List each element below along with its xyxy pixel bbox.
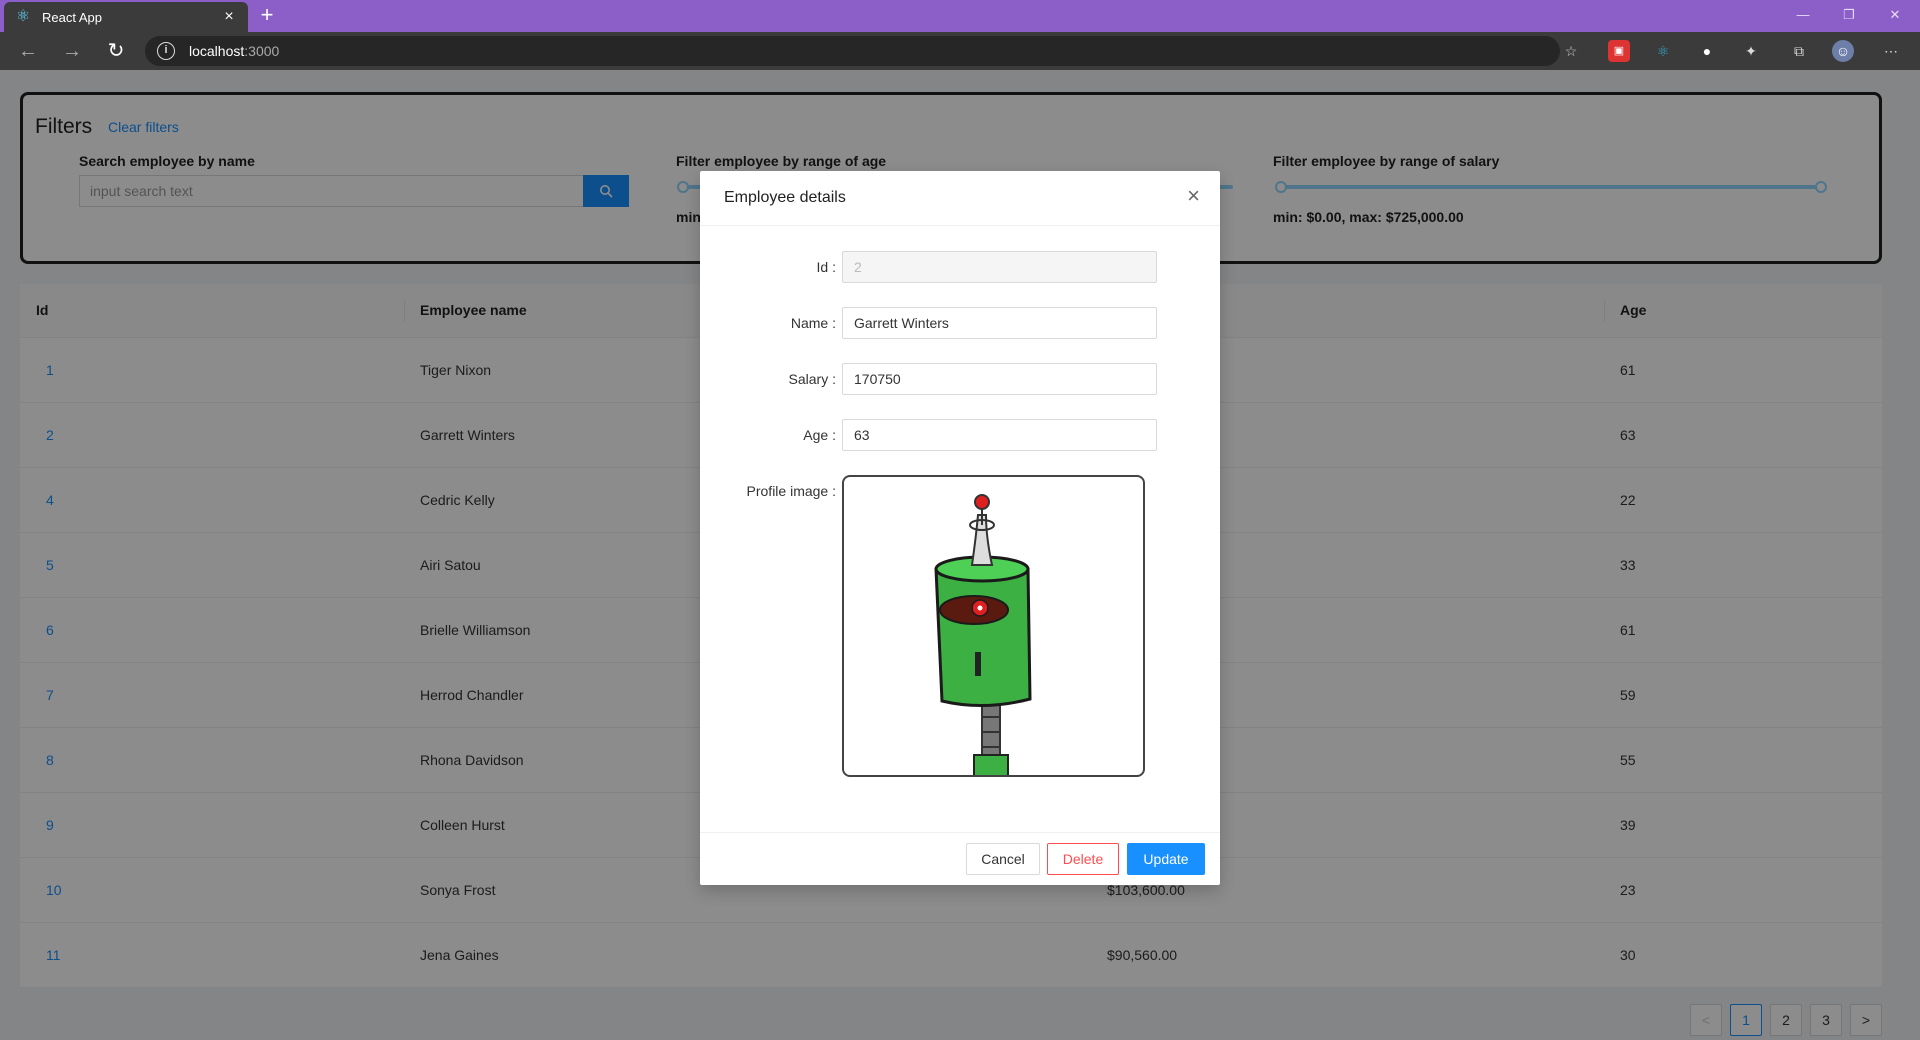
- modal-footer: Cancel Delete Update: [700, 832, 1220, 885]
- window-close-icon[interactable]: ✕: [1872, 0, 1918, 30]
- id-row: Id : 2: [700, 251, 1220, 283]
- collections-icon[interactable]: ⧉: [1788, 40, 1810, 62]
- modal-header: Employee details ×: [700, 171, 1220, 226]
- age-row: Age : 63: [700, 419, 1220, 451]
- restore-icon[interactable]: ❐: [1826, 0, 1872, 30]
- forward-icon[interactable]: →: [58, 38, 86, 64]
- extension-circle-icon[interactable]: ●: [1696, 40, 1718, 62]
- robot-avatar-icon: [934, 494, 1032, 775]
- salary-row: Salary : 170750: [700, 363, 1220, 395]
- browser-tab[interactable]: ⚛ React App ×: [4, 2, 248, 32]
- salary-field[interactable]: 170750: [842, 363, 1157, 395]
- profile-image-label: Profile image :: [746, 483, 836, 499]
- browser-tabbar: ⚛ React App × + — ❐ ✕: [0, 0, 1920, 32]
- browser-toolbar: ← → ↻ i localhost:3000 ☆ ▣ ⚛ ● ✦ ⧉ ☺ ⋯: [0, 32, 1920, 70]
- id-field[interactable]: 2: [842, 251, 1157, 283]
- extension-red-icon[interactable]: ▣: [1608, 40, 1630, 62]
- address-bar[interactable]: i localhost:3000: [145, 36, 1560, 66]
- react-icon: ⚛: [15, 8, 31, 25]
- employee-details-modal: Employee details × Id : 2 Name : Garrett…: [700, 171, 1220, 885]
- profile-image[interactable]: [842, 475, 1145, 777]
- id-label: Id :: [816, 259, 836, 275]
- extension-react-icon[interactable]: ⚛: [1652, 40, 1674, 62]
- modal-title: Employee details: [724, 189, 846, 206]
- age-label: Age :: [803, 427, 836, 443]
- more-menu-icon[interactable]: ⋯: [1880, 40, 1902, 62]
- profile-avatar[interactable]: ☺: [1832, 40, 1854, 62]
- reload-icon[interactable]: ↻: [102, 38, 130, 64]
- new-tab-button[interactable]: +: [254, 4, 280, 28]
- delete-button[interactable]: Delete: [1047, 843, 1119, 875]
- cancel-button[interactable]: Cancel: [966, 843, 1040, 875]
- back-icon[interactable]: ←: [14, 38, 42, 64]
- update-button[interactable]: Update: [1127, 843, 1205, 875]
- tab-close-icon[interactable]: ×: [220, 8, 238, 26]
- info-icon[interactable]: i: [157, 42, 175, 60]
- age-field[interactable]: 63: [842, 419, 1157, 451]
- name-field[interactable]: Garrett Winters: [842, 307, 1157, 339]
- salary-label: Salary :: [788, 371, 836, 387]
- extensions-puzzle-icon[interactable]: ✦: [1740, 40, 1762, 62]
- name-label: Name :: [790, 315, 836, 331]
- tab-title: React App: [42, 9, 102, 25]
- url-text: localhost:3000: [189, 43, 280, 59]
- favorites-star-icon[interactable]: ☆: [1560, 40, 1582, 62]
- modal-close-icon[interactable]: ×: [1187, 185, 1200, 207]
- name-row: Name : Garrett Winters: [700, 307, 1220, 339]
- minimize-icon[interactable]: —: [1780, 0, 1826, 30]
